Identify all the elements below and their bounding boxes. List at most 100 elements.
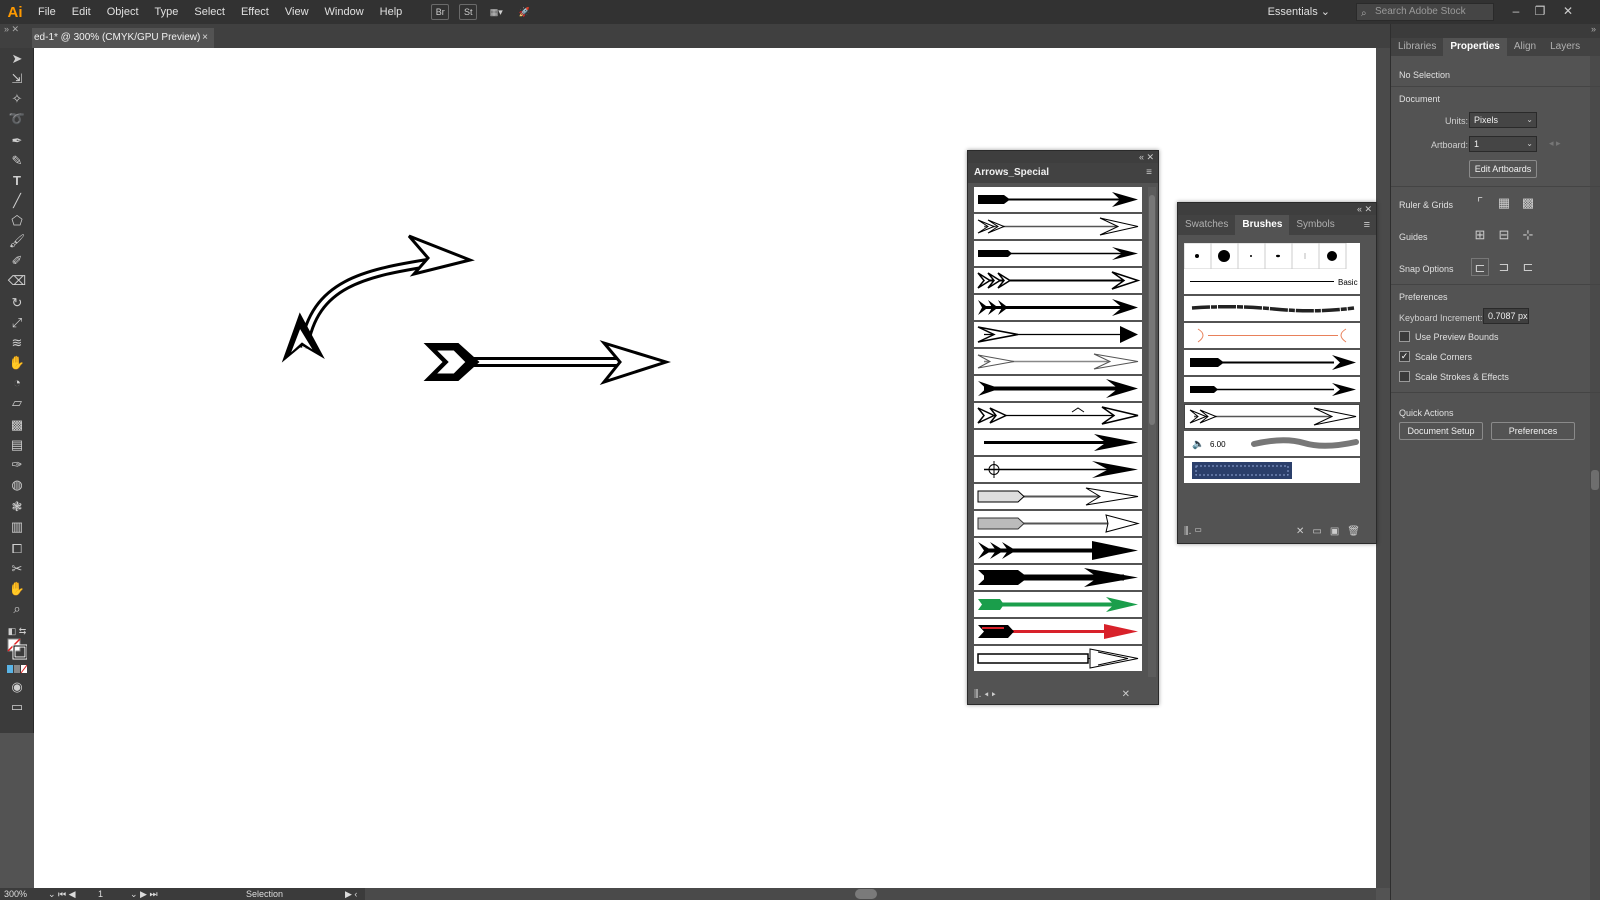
- smart-guides-icon[interactable]: ⊹: [1519, 226, 1537, 244]
- arrow-brush-item[interactable]: [974, 565, 1142, 590]
- arrow-brush-item[interactable]: [974, 538, 1142, 563]
- arrow-brush-item[interactable]: [974, 430, 1142, 455]
- panel-menu-icon[interactable]: ≡: [1364, 215, 1370, 235]
- gpu-performance-icon[interactable]: 🚀: [515, 4, 533, 20]
- menu-file[interactable]: File: [30, 0, 64, 24]
- fill-stroke-icon[interactable]: [7, 638, 28, 660]
- scale-strokes-effects-checkbox[interactable]: [1399, 371, 1410, 382]
- tab-libraries[interactable]: Libraries: [1391, 38, 1443, 56]
- scale-corners-checkbox[interactable]: ✓: [1399, 351, 1410, 362]
- pen-tool-icon[interactable]: ✒: [7, 132, 27, 150]
- arrow-brush-item[interactable]: [974, 268, 1142, 293]
- curvature-tool-icon[interactable]: ✎: [7, 152, 27, 170]
- direct-selection-tool-icon[interactable]: ⇲: [7, 70, 27, 88]
- tab-layers[interactable]: Layers: [1543, 38, 1587, 56]
- lock-guides-icon[interactable]: ⊟: [1495, 226, 1513, 244]
- eyedropper-tool-icon[interactable]: ✑: [7, 456, 27, 474]
- arrow-brush-item[interactable]: [974, 241, 1142, 266]
- curved-arrow-artwork[interactable]: [281, 234, 475, 363]
- menu-help[interactable]: Help: [372, 0, 411, 24]
- brush-item[interactable]: 🔈 6.00: [1184, 431, 1360, 456]
- arrow-brush-item[interactable]: [974, 457, 1142, 482]
- artwork[interactable]: [34, 48, 1376, 888]
- artboard-dropdown[interactable]: 1 ⌄: [1469, 136, 1537, 152]
- ruler-icon[interactable]: ⌜: [1471, 194, 1489, 212]
- arrow-brush-item[interactable]: [974, 484, 1142, 509]
- close-tab-icon[interactable]: ×: [202, 28, 208, 48]
- arrow-brush-item[interactable]: [974, 322, 1142, 347]
- arrow-brush-item[interactable]: [974, 187, 1142, 212]
- artboard-navigator[interactable]: 1: [98, 888, 103, 900]
- br-icon[interactable]: Br: [431, 4, 450, 20]
- zoom-tool-icon[interactable]: ⌕: [7, 600, 27, 618]
- brush-item[interactable]: [1184, 377, 1360, 402]
- symbol-sprayer-tool-icon[interactable]: ❃: [7, 498, 27, 516]
- shaper-tool-icon[interactable]: ✐: [7, 252, 27, 270]
- calligraphic-brush-swatches[interactable]: [1184, 243, 1360, 269]
- close-icon[interactable]: ✕: [1556, 0, 1580, 24]
- arrange-documents-icon[interactable]: ▦▾: [487, 4, 505, 20]
- chevron-down-icon[interactable]: ⌄ ⏮ ◀: [48, 888, 76, 900]
- arrow-brush-item[interactable]: [974, 511, 1142, 536]
- warp-tool-icon[interactable]: ≋: [7, 334, 27, 352]
- arrow-brush-item[interactable]: [974, 349, 1142, 374]
- brush-libraries-menu-icon[interactable]: ⫼. ▭: [1184, 526, 1202, 537]
- restore-icon[interactable]: ❐: [1528, 0, 1552, 24]
- lasso-tool-icon[interactable]: ➰: [7, 110, 27, 128]
- arrow-brush-item[interactable]: [974, 295, 1142, 320]
- puppet-warp-tool-icon[interactable]: ✋: [7, 354, 27, 372]
- brush-item[interactable]: [1184, 458, 1360, 483]
- units-dropdown[interactable]: Pixels ⌄: [1469, 112, 1537, 128]
- arrows-list-scrollbar[interactable]: [1148, 187, 1156, 677]
- eraser-tool-icon[interactable]: ⌫: [7, 272, 27, 290]
- artboard-canvas[interactable]: [34, 48, 1376, 888]
- snap-to-point-icon[interactable]: ⊏: [1471, 258, 1489, 276]
- tab-brushes[interactable]: Brushes: [1235, 215, 1290, 235]
- selection-tool-icon[interactable]: ➤: [7, 50, 27, 68]
- arrow-brush-item[interactable]: [974, 592, 1142, 617]
- magic-wand-tool-icon[interactable]: ✧: [7, 90, 27, 108]
- st-icon[interactable]: St: [459, 4, 478, 20]
- blend-tool-icon[interactable]: ◍: [7, 476, 27, 494]
- status-menu-icon[interactable]: ▶ ‹: [345, 888, 357, 900]
- paintbrush-tool-icon[interactable]: 🖌: [7, 232, 27, 250]
- straight-arrow-artwork[interactable]: [423, 340, 671, 385]
- brush-actions-icon[interactable]: ✕▭▣🗑: [1296, 526, 1368, 537]
- arrow-brush-item[interactable]: [974, 403, 1142, 428]
- type-tool-icon[interactable]: T: [7, 172, 27, 190]
- properties-scrollbar[interactable]: [1590, 56, 1600, 900]
- artboard-nav-arrows-icon[interactable]: ◂ ▸: [1549, 138, 1561, 149]
- panel-menu-icon[interactable]: ≡: [1146, 163, 1152, 183]
- brush-item[interactable]: [1184, 350, 1360, 375]
- scroll-thumb[interactable]: [855, 889, 877, 899]
- brush-item[interactable]: [1184, 404, 1360, 429]
- line-tool-icon[interactable]: ╱: [7, 192, 27, 210]
- collapse-icon[interactable]: » ✕: [4, 24, 19, 35]
- arrow-brush-item[interactable]: [974, 646, 1142, 671]
- use-preview-bounds-checkbox[interactable]: [1399, 331, 1410, 342]
- brush-item[interactable]: [1184, 323, 1360, 348]
- stock-search-input[interactable]: ⌕ Search Adobe Stock: [1356, 3, 1494, 21]
- preferences-button[interactable]: Preferences: [1491, 422, 1575, 440]
- document-setup-button[interactable]: Document Setup: [1399, 422, 1483, 440]
- tab-symbols[interactable]: Symbols: [1289, 215, 1341, 235]
- show-guides-icon[interactable]: ⊞: [1471, 226, 1489, 244]
- tab-properties[interactable]: Properties: [1443, 38, 1507, 56]
- slice-tool-icon[interactable]: ✂: [7, 560, 27, 578]
- transparency-grid-icon[interactable]: ▩: [1519, 194, 1537, 212]
- artboard-tool-icon[interactable]: ⧠: [7, 540, 27, 558]
- hand-tool-icon[interactable]: ✋: [7, 580, 27, 598]
- snap-to-pixel-icon[interactable]: ⊏: [1519, 258, 1537, 276]
- workspace-switcher[interactable]: Essentials ⌄: [1268, 0, 1330, 24]
- shape-tool-icon[interactable]: ⬠: [7, 212, 27, 230]
- menu-edit[interactable]: Edit: [64, 0, 99, 24]
- edit-artboards-button[interactable]: Edit Artboards: [1469, 160, 1537, 178]
- menu-object[interactable]: Object: [99, 0, 147, 24]
- arrow-brush-item[interactable]: [974, 619, 1142, 644]
- document-tab[interactable]: ed-1* @ 300% (CMYK/GPU Preview) ×: [32, 28, 214, 48]
- panel-controls-icon[interactable]: « ✕: [968, 151, 1158, 163]
- draw-mode-icon[interactable]: ◉: [7, 678, 27, 696]
- zoom-level[interactable]: 300%: [4, 888, 27, 900]
- snap-to-grid-icon[interactable]: ⊐: [1495, 258, 1513, 276]
- arrow-brush-item[interactable]: [974, 376, 1142, 401]
